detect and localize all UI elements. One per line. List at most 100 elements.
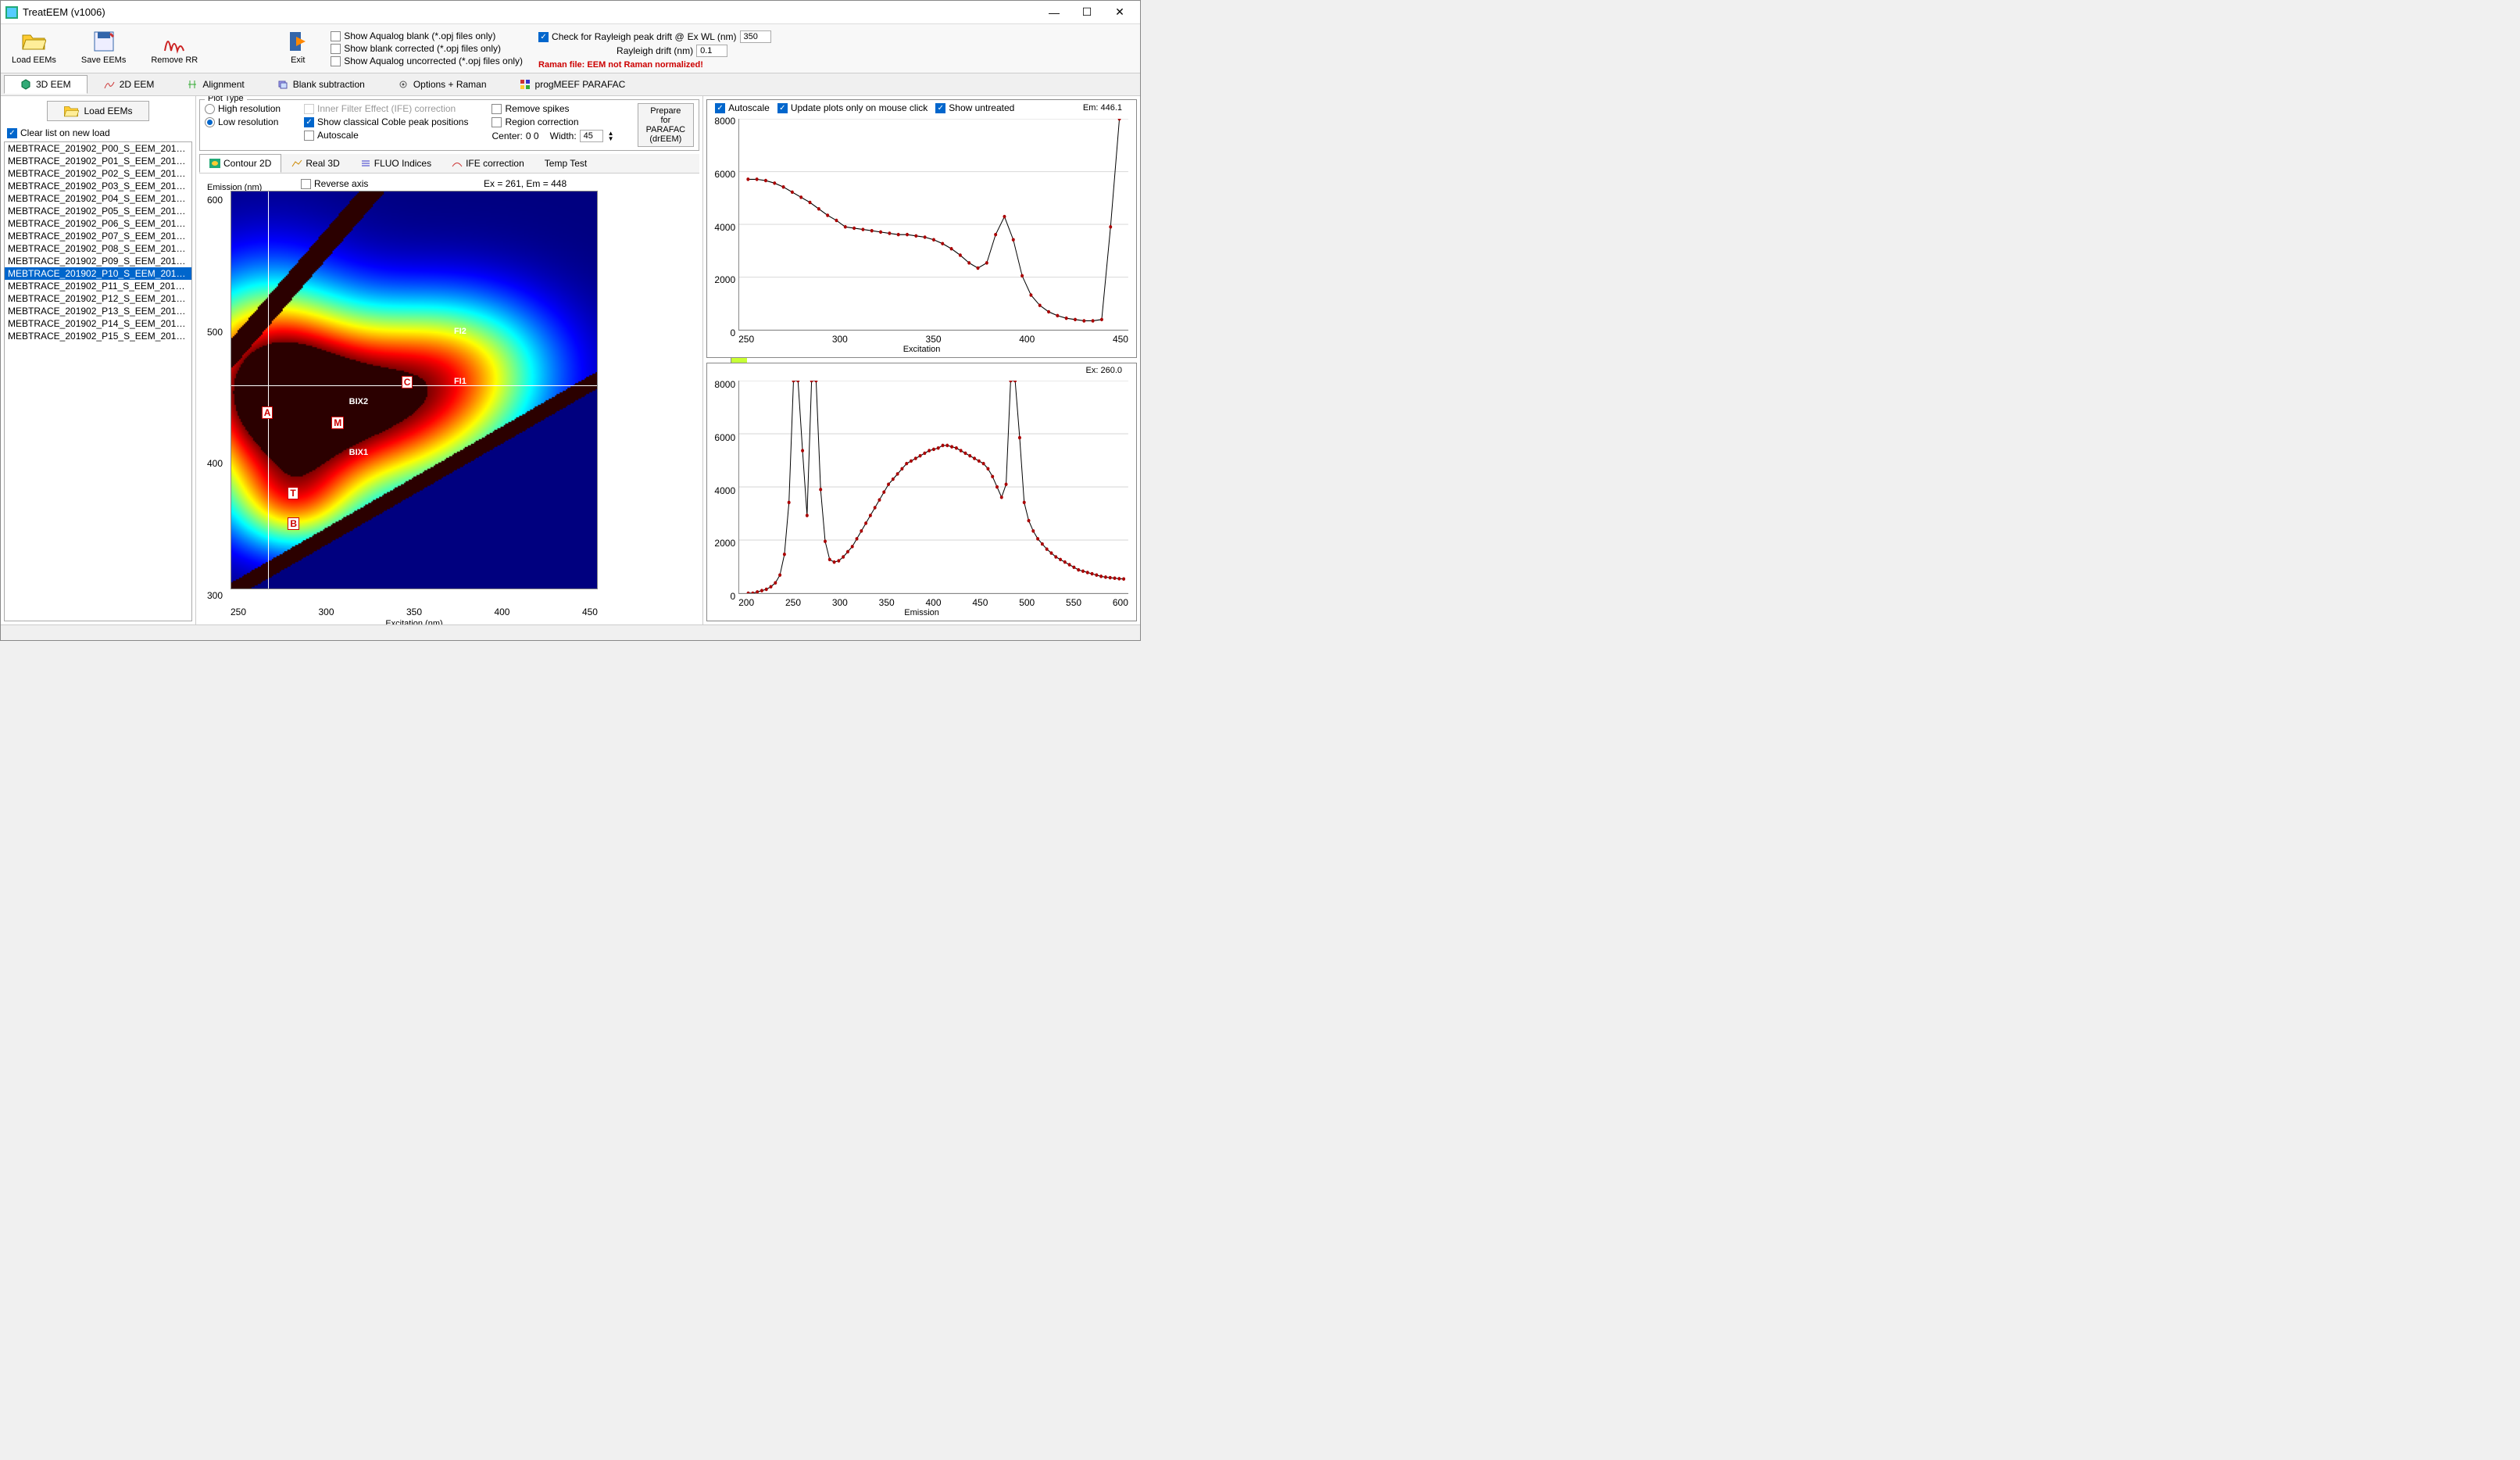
file-item[interactable]: MEBTRACE_201902_P12_S_EEM_2019-03-25.OP [5,292,191,305]
peak-marker-t: T [288,488,298,499]
mp-update-click-check[interactable]: ✓Update plots only on mouse click [777,102,928,113]
titlebar: TreatEEM (v1006) — ☐ ✕ [1,1,1140,24]
y-axis-ticks: 600500400300 [207,191,223,605]
peak-marker-bix1: BIX1 [349,448,368,457]
emission-slice-plot[interactable]: Ex: 260.0 80006000400020000 200250300350… [706,363,1137,621]
file-item[interactable]: MEBTRACE_201902_P05_S_EEM_2019-03-22.OP [5,205,191,217]
plot-type-group: Plot Type High resolution Low resolution… [199,99,699,151]
cursor-readout: Ex = 261, Em = 448 [484,178,567,189]
peaks-icon [162,29,187,54]
main-tabs: 3D EEM 2D EEM Alignment Blank subtractio… [1,73,1140,96]
file-item[interactable]: MEBTRACE_201902_P09_S_EEM_2019-03-25.OP [5,255,191,267]
subtab-fluo-indices[interactable]: FLUO Indices [350,154,441,173]
subtab-ife-correction[interactable]: IFE correction [441,154,534,173]
subtab-contour-2d[interactable]: Contour 2D [199,154,281,173]
remove-rr-button[interactable]: Remove RR [146,27,202,66]
prepare-parafac-button[interactable]: Prepare for PARAFAC (drEEM) [638,103,695,147]
maximize-button[interactable]: ☐ [1071,3,1103,22]
curve-icon [452,159,463,168]
mp-autoscale-check[interactable]: ✓Autoscale [715,102,770,113]
width-spinner[interactable]: ▲▼ [608,131,614,141]
contour-plot[interactable]: A M C T B BIX1 BIX2 FI1 FI2 [231,191,598,589]
ex-readout: Ex: 260.0 [1086,366,1128,375]
file-item[interactable]: MEBTRACE_201902_P13_S_EEM_2019-03-26.OP [5,305,191,317]
file-item[interactable]: MEBTRACE_201902_P01_S_EEM_2019-03-21.OP [5,155,191,167]
file-item[interactable]: MEBTRACE_201902_P04_S_EEM_2019-03-22.OP [5,192,191,205]
surface-icon [291,159,302,168]
file-item[interactable]: MEBTRACE_201902_P15_S_EEM_2019-03-26.OP [5,330,191,342]
peak-marker-b: B [288,518,299,529]
curve-icon [104,79,115,90]
region-correction-check[interactable]: Region correction [491,116,613,127]
rayleigh-drift-input[interactable] [696,45,727,57]
peak-marker-fi1: FI1 [454,377,466,386]
gear-icon [398,79,409,90]
exit-button[interactable]: Exit [281,27,315,66]
reverse-axis-check[interactable]: Reverse axis [301,178,368,189]
file-item[interactable]: MEBTRACE_201902_P14_S_EEM_2019-03-26.OP [5,317,191,330]
tab-3d-eem[interactable]: 3D EEM [4,75,88,94]
tab-alignment[interactable]: Alignment [170,75,260,94]
file-item[interactable]: MEBTRACE_201902_P00_S_EEM_2019-03-21.OP [5,142,191,155]
tab-blank-subtraction[interactable]: Blank subtraction [261,75,381,94]
folder-open-icon [63,105,79,117]
mp-show-untreated-check[interactable]: ✓Show untreated [935,102,1014,113]
show-aqualog-uncorrected-check[interactable]: Show Aqualog uncorrected (*.opj files on… [331,55,523,66]
save-eems-button[interactable]: Save EEMs [77,27,130,66]
main-toolbar: Load EEMs Save EEMs Remove RR Exit Show … [1,24,1140,73]
peak-marker-a: A [262,407,273,418]
ex-wl-input[interactable] [740,30,771,43]
close-button[interactable]: ✕ [1104,3,1135,22]
low-resolution-radio[interactable]: Low resolution [205,116,281,127]
layers-icon [277,79,288,90]
tab-progmeef-parafac[interactable]: progMEEF PARAFAC [503,75,642,94]
folder-open-icon [21,29,46,54]
align-icon [187,79,198,90]
file-item[interactable]: MEBTRACE_201902_P07_S_EEM_2019-03-25.OP [5,230,191,242]
contour-icon [209,159,220,168]
list-icon [360,159,371,168]
file-item[interactable]: MEBTRACE_201902_P10_S_EEM_2019-03-25.OP [5,267,191,280]
exit-icon [285,29,310,54]
tab-options-raman[interactable]: Options + Raman [381,75,503,94]
status-bar [1,624,1140,640]
file-item[interactable]: MEBTRACE_201902_P03_S_EEM_2019-03-21.OP [5,180,191,192]
high-resolution-radio[interactable]: High resolution [205,103,281,114]
x-axis-ticks: 250300350400450 [231,605,598,617]
peak-marker-c: C [402,377,413,388]
file-item[interactable]: MEBTRACE_201902_P02_S_EEM_2019-03-21.OP [5,167,191,180]
width-input[interactable] [580,130,603,142]
peak-marker-fi2: FI2 [454,327,466,336]
excitation-axis-label: Excitation (nm) [215,617,613,624]
autoscale-check[interactable]: Autoscale [304,130,468,141]
view-subtabs: Contour 2D Real 3D FLUO Indices IFE corr… [199,154,699,174]
show-coble-check[interactable]: ✓Show classical Coble peak positions [304,116,468,127]
em-readout: Em: 446.1 [1083,103,1128,113]
app-icon [5,6,18,19]
subtab-real-3d[interactable]: Real 3D [281,154,349,173]
peak-marker-m: M [331,417,344,428]
clear-list-check[interactable]: ✓Clear list on new load [1,126,195,140]
window-title: TreatEEM (v1006) [23,6,1038,18]
load-eems-button[interactable]: Load EEMs [7,27,61,66]
cube-icon [20,79,31,90]
file-item[interactable]: MEBTRACE_201902_P06_S_EEM_2019-03-25.OP [5,217,191,230]
raman-warning: Raman file: EEM not Raman normalized! [538,60,770,70]
load-eems-side-button[interactable]: Load EEMs [47,101,148,121]
grid-icon [520,79,531,90]
file-list-pane: Load EEMs ✓Clear list on new load MEBTRA… [1,96,196,624]
show-aqualog-blank-check[interactable]: Show Aqualog blank (*.opj files only) [331,30,523,41]
subtab-temp-test[interactable]: Temp Test [534,154,597,173]
file-item[interactable]: MEBTRACE_201902_P08_S_EEM_2019-03-25.OP [5,242,191,255]
check-rayleigh-drift-check[interactable]: ✓Check for Rayleigh peak drift @ [538,31,685,42]
file-item[interactable]: MEBTRACE_201902_P11_S_EEM_2019-03-25.OP [5,280,191,292]
file-list[interactable]: MEBTRACE_201902_P00_S_EEM_2019-03-21.OPM… [4,141,192,621]
show-blank-corrected-check[interactable]: Show blank corrected (*.opj files only) [331,43,523,54]
peak-marker-bix2: BIX2 [349,397,368,406]
save-icon [91,29,116,54]
excitation-slice-plot[interactable]: ✓Autoscale ✓Update plots only on mouse c… [706,99,1137,358]
minimize-button[interactable]: — [1038,3,1070,22]
ife-correction-check: Inner Filter Effect (IFE) correction [304,103,468,114]
remove-spikes-check[interactable]: Remove spikes [491,103,613,114]
tab-2d-eem[interactable]: 2D EEM [88,75,171,94]
